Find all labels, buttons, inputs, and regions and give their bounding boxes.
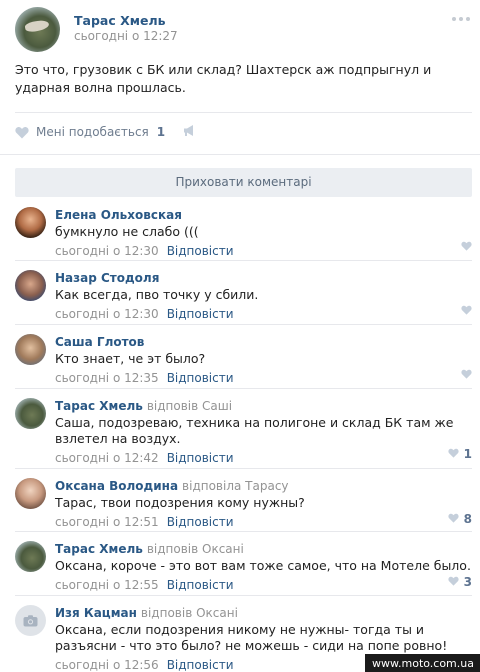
reply-to-label[interactable]: відповів Оксані: [141, 606, 238, 620]
camera-icon: [23, 614, 38, 626]
reply-button[interactable]: Відповісти: [167, 244, 234, 258]
comment-text: Саша, подозреваю, техника на полигоне и …: [55, 415, 454, 446]
comment: Оксана Володина відповіла Тарасу Тарас, …: [15, 469, 472, 532]
comment-text: Кто знает, че эт было?: [55, 351, 206, 366]
comment-text: Тарас, твои подозрения кому нужны?: [55, 495, 305, 510]
comment-author[interactable]: Назар Стодоля: [55, 271, 159, 285]
avatar[interactable]: [15, 334, 46, 365]
comment-author[interactable]: Тарас Хмель: [55, 399, 143, 413]
avatar[interactable]: [15, 605, 46, 636]
comment-author[interactable]: Саша Глотов: [55, 335, 144, 349]
reply-button[interactable]: Відповісти: [167, 371, 234, 385]
comment: Тарас Хмель відповів Саші Саша, подозрев…: [15, 389, 472, 469]
comment: Саша Глотов Кто знает, че эт было? сього…: [15, 325, 472, 389]
comment: Елена Ольховская бумкнуло не слабо ((( с…: [15, 197, 472, 261]
comment-text: Оксана, короче - это вот вам тоже самое,…: [55, 558, 471, 573]
like-count[interactable]: 1: [157, 125, 165, 139]
reply-to-label[interactable]: відповів Оксані: [147, 542, 244, 556]
comment-like-button[interactable]: 8: [448, 511, 472, 526]
reply-to-label[interactable]: відповіла Тарасу: [182, 479, 289, 493]
like-count[interactable]: 1: [464, 447, 472, 461]
comment-author[interactable]: Изя Кацман: [55, 606, 137, 620]
post-text: Это что, грузовик с БК или склад? Шахтер…: [15, 62, 432, 95]
post-header: Тарас Хмель сьогодні о 12:27: [15, 7, 470, 53]
comment-text: Как всегда, пво точку у сбили.: [55, 287, 259, 302]
comment-timestamp[interactable]: сьогодні о 12:35: [55, 371, 159, 385]
heart-icon[interactable]: [461, 239, 472, 254]
avatar[interactable]: [15, 207, 46, 238]
comment-like-button[interactable]: 1: [448, 446, 472, 461]
comment-author[interactable]: Оксана Володина: [55, 479, 178, 493]
heart-icon[interactable]: [461, 367, 472, 382]
reply-button[interactable]: Відповісти: [167, 578, 234, 592]
heart-icon[interactable]: [448, 446, 459, 461]
reply-button[interactable]: Відповісти: [167, 307, 234, 321]
comment-timestamp[interactable]: сьогодні о 12:42: [55, 451, 159, 465]
divider: [0, 154, 480, 155]
comment-text: бумкнуло не слабо (((: [55, 224, 199, 239]
like-button[interactable]: Мені подобається: [36, 125, 149, 139]
heart-icon[interactable]: [448, 511, 459, 526]
comment-text: Оксана, если подозрения никому не нужны-…: [55, 622, 448, 653]
post-actions: Мені подобається 1: [15, 123, 197, 141]
comment-author[interactable]: Елена Ольховская: [55, 208, 182, 222]
post-author-avatar[interactable]: [15, 7, 60, 52]
comment-author[interactable]: Тарас Хмель: [55, 542, 143, 556]
comment-timestamp[interactable]: сьогодні о 12:51: [55, 515, 159, 529]
comment-like-button[interactable]: [461, 367, 472, 382]
comment: Назар Стодоля Как всегда, пво точку у сб…: [15, 261, 472, 325]
comment-timestamp[interactable]: сьогодні о 12:30: [55, 307, 159, 321]
comment-timestamp[interactable]: сьогодні о 12:55: [55, 578, 159, 592]
share-icon[interactable]: [183, 124, 197, 140]
comment-like-button[interactable]: [461, 239, 472, 254]
watermark: www.moto.com.ua: [365, 654, 480, 672]
comment-timestamp[interactable]: сьогодні о 12:56: [55, 658, 159, 672]
more-options-icon[interactable]: [452, 17, 470, 23]
avatar[interactable]: [15, 478, 46, 509]
like-count[interactable]: 8: [464, 512, 472, 526]
heart-icon[interactable]: [448, 574, 459, 589]
reply-button[interactable]: Відповісти: [167, 515, 234, 529]
comment-like-button[interactable]: 3: [448, 574, 472, 589]
comment: Тарас Хмель відповів Оксані Оксана, коро…: [15, 532, 472, 596]
post-author-name[interactable]: Тарас Хмель: [74, 13, 166, 28]
reply-button[interactable]: Відповісти: [167, 658, 234, 672]
heart-icon[interactable]: [15, 126, 29, 139]
avatar[interactable]: [15, 398, 46, 429]
hide-comments-button[interactable]: Приховати коментарі: [15, 168, 472, 197]
comments-list: Елена Ольховская бумкнуло не слабо ((( с…: [15, 197, 472, 672]
post-timestamp[interactable]: сьогодні о 12:27: [74, 29, 178, 43]
heart-icon[interactable]: [461, 303, 472, 318]
avatar[interactable]: [15, 541, 46, 572]
avatar[interactable]: [15, 270, 46, 301]
like-count[interactable]: 3: [464, 575, 472, 589]
comment-timestamp[interactable]: сьогодні о 12:30: [55, 244, 159, 258]
reply-button[interactable]: Відповісти: [167, 451, 234, 465]
reply-to-label[interactable]: відповів Саші: [147, 399, 232, 413]
comment-like-button[interactable]: [461, 303, 472, 318]
divider: [15, 112, 472, 113]
